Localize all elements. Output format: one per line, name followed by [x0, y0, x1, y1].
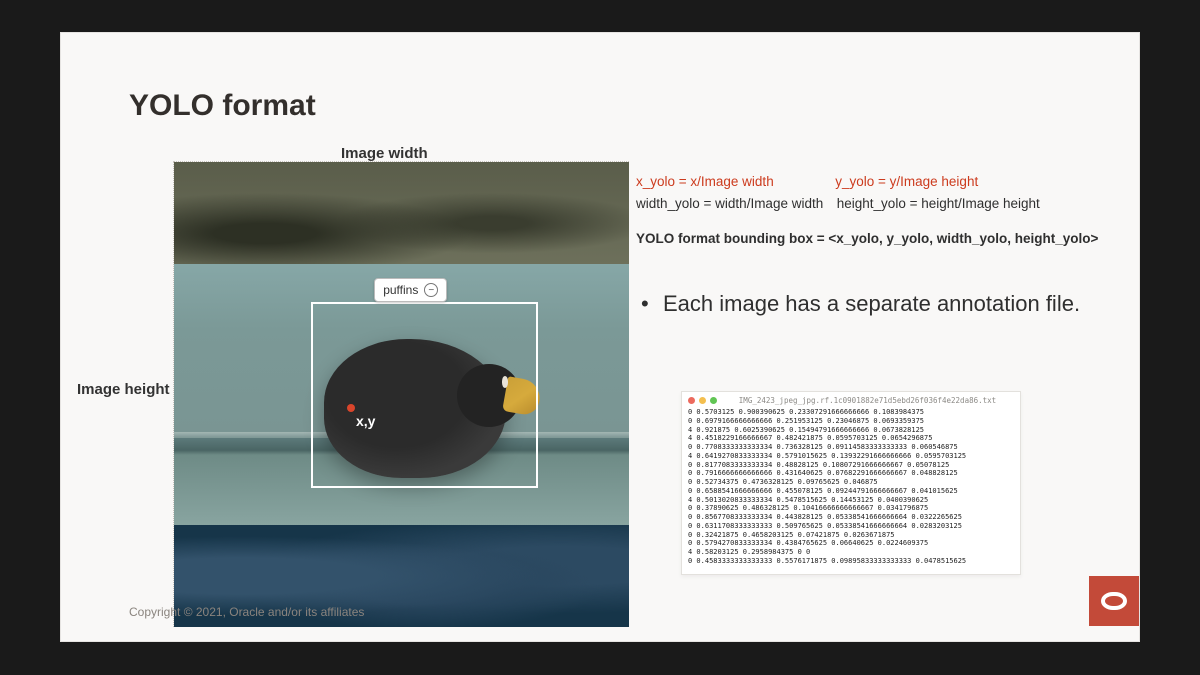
formula-bbox: YOLO format bounding box = <x_yolo, y_yo… — [636, 228, 1098, 250]
annotation-file-contents: 0 0.5703125 0.900390625 0.23307291666666… — [688, 408, 1014, 566]
annotation-file-window: IMG_2423_jpeg_jpg.rf.1c0901882e71d5ebd26… — [681, 391, 1021, 575]
formula-w: width_yolo = width/Image width — [636, 196, 823, 211]
xy-label: x,y — [356, 413, 375, 429]
annotation-file-titlebar: IMG_2423_jpeg_jpg.rf.1c0901882e71d5ebd26… — [688, 396, 1014, 405]
bounding-box — [311, 302, 539, 488]
class-label-chip[interactable]: puffins − — [374, 278, 447, 302]
image-height-label: Image height — [77, 381, 170, 398]
bullet-text: Each image has a separate annotation fil… — [663, 291, 1080, 316]
traffic-light-min-icon — [699, 397, 706, 404]
bullet-point: •Each image has a separate annotation fi… — [641, 287, 1120, 321]
oracle-o-icon — [1101, 592, 1127, 610]
traffic-light-close-icon — [688, 397, 695, 404]
slide: YOLO format Image width Image height x,y — [60, 32, 1140, 642]
annotation-filename: IMG_2423_jpeg_jpg.rf.1c0901882e71d5ebd26… — [721, 396, 1014, 405]
formula-h: height_yolo = height/Image height — [837, 196, 1040, 211]
traffic-light-max-icon — [710, 397, 717, 404]
annotated-image-frame: x,y puffins − — [173, 161, 629, 627]
formula-block: x_yolo = x/Image width y_yolo = y/Image … — [636, 171, 1098, 250]
slide-title: YOLO format — [129, 89, 316, 123]
copyright-text: Copyright © 2021, Oracle and/or its affi… — [129, 605, 364, 619]
class-label-text: puffins — [383, 283, 418, 297]
scene-rock-shelf — [174, 162, 629, 264]
image-width-label: Image width — [341, 145, 428, 162]
sample-image: x,y puffins − — [174, 162, 629, 627]
oracle-logo — [1089, 576, 1139, 626]
formula-y: y_yolo = y/Image height — [835, 174, 978, 189]
bbox-center-marker — [347, 404, 355, 412]
remove-label-icon[interactable]: − — [424, 283, 438, 297]
formula-x: x_yolo = x/Image width — [636, 174, 774, 189]
